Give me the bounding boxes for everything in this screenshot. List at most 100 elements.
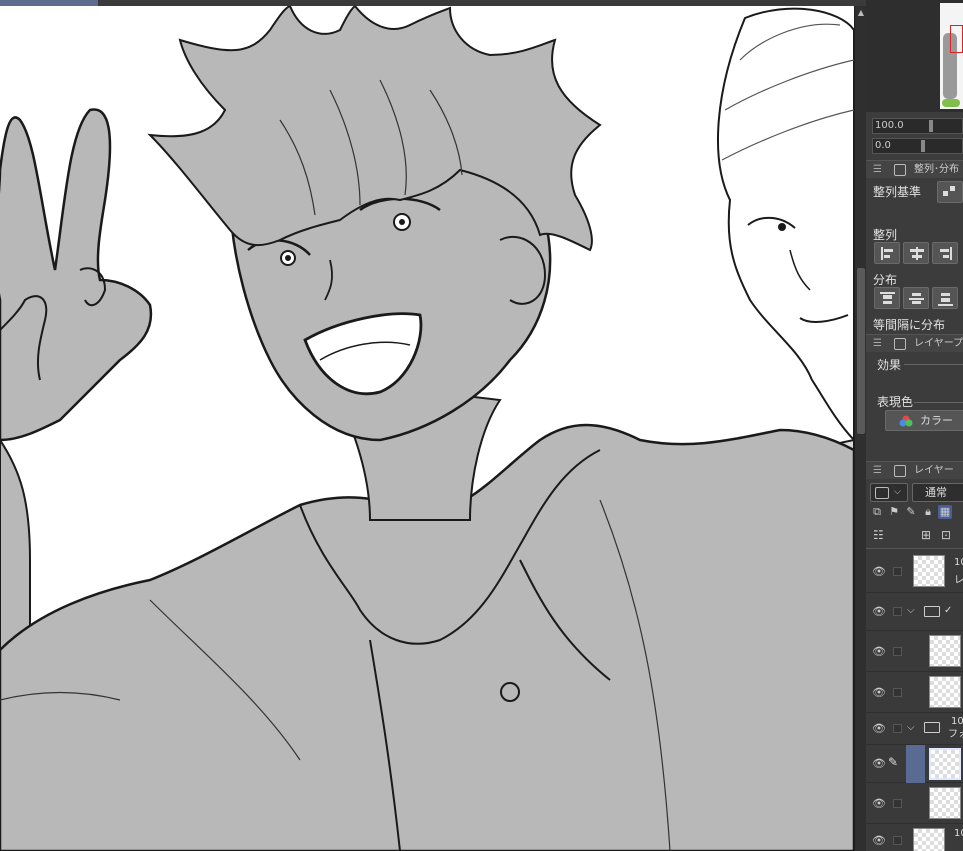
equal-spacing-label: 等間隔に分布 — [873, 318, 946, 332]
visibility-eye-icon[interactable]: 👁︎ — [872, 722, 886, 735]
layer-row[interactable]: 👁︎ — [866, 631, 963, 672]
visibility-eye-icon[interactable]: 👁︎ — [872, 834, 886, 847]
layer-name-top: 10 — [954, 557, 963, 568]
layer-lock-toggle[interactable] — [893, 836, 902, 845]
zoom-slider-handle[interactable] — [929, 120, 933, 132]
rotation-slider-value: 0.0 — [875, 140, 891, 151]
expression-color-button[interactable]: カラー — [885, 410, 963, 431]
distribute-buttons — [874, 287, 958, 309]
layer-thumbnail — [929, 748, 961, 780]
layer-folder-row[interactable]: 👁︎ ⌵ 10 フォ — [866, 713, 963, 745]
layer-color-select[interactable]: ⌵ — [870, 483, 908, 502]
layer-list: 👁︎ 10 レ 👁︎ ⌵ ✓ 👁︎ 👁︎ — [866, 548, 963, 851]
align-right-button[interactable] — [932, 242, 958, 264]
layer-row[interactable]: 👁︎ 10 — [866, 824, 963, 851]
app-window: ▲ 100.0 0.0 ☰ 整列･分布 整列基準 整列 分布 等間隔に分布 ☰ … — [0, 0, 963, 851]
scrollbar-thumb[interactable] — [857, 268, 865, 434]
layer-tool-row-2: ☷ ⊞ ⊡ — [870, 528, 963, 546]
align-panel-icon — [894, 164, 906, 176]
zoom-slider[interactable]: 100.0 — [872, 118, 963, 134]
draft-icon[interactable]: ✎ — [904, 505, 918, 519]
layer-thumbnail — [929, 787, 961, 819]
edit-pen-icon: ✎ — [888, 755, 899, 769]
menu-icon[interactable]: ☰ — [873, 462, 882, 479]
align-buttons — [874, 242, 958, 264]
effect-divider — [904, 364, 963, 365]
new-raster-icon[interactable]: ⊡ — [941, 528, 951, 542]
layer-blend-controls: ⌵ 通常 — [870, 483, 963, 503]
visibility-eye-icon[interactable]: 👁︎ — [872, 686, 886, 699]
layer-thumbnail — [929, 635, 961, 667]
blend-mode-select[interactable]: 通常 — [912, 483, 963, 502]
expression-color-label: 表現色 — [877, 395, 914, 409]
layer-color-swatch — [875, 487, 889, 499]
navigator-panel — [866, 0, 963, 112]
layer-lock-toggle[interactable] — [893, 607, 902, 616]
rotation-slider-handle[interactable] — [921, 140, 925, 152]
layer-name-bottom: レ — [954, 575, 963, 586]
color-circles-icon — [899, 415, 913, 427]
reference-icon[interactable]: ⚑ — [887, 505, 901, 519]
zoom-slider-value: 100.0 — [875, 120, 904, 131]
layer-lock-toggle[interactable] — [893, 724, 902, 733]
visibility-eye-icon[interactable]: 👁︎ — [872, 605, 886, 618]
layer-row[interactable]: 👁︎ 10 レ — [866, 549, 963, 593]
layer-row[interactable]: 👁︎ — [866, 672, 963, 713]
align-left-button[interactable] — [874, 242, 900, 264]
clip-icon[interactable]: ⧉ — [870, 505, 884, 519]
visibility-eye-icon[interactable]: 👁︎ — [872, 565, 886, 578]
layer-list-icon[interactable]: ☷ — [873, 528, 884, 542]
layer-name-top: 10 — [954, 828, 963, 839]
canvas-vertical-scrollbar[interactable]: ▲ — [854, 6, 866, 851]
layer-panel-title[interactable]: レイヤー — [914, 462, 954, 479]
layer-lock-toggle[interactable] — [893, 567, 902, 576]
align-distribute-title: 整列･分布 — [914, 164, 959, 175]
align-center-button[interactable] — [903, 242, 929, 264]
align-distribute-header[interactable]: ☰ 整列･分布 — [866, 160, 963, 178]
folder-expand-chevron-icon[interactable]: ⌵ — [907, 722, 915, 733]
align-label: 整列 — [873, 228, 898, 242]
preview-ground — [942, 99, 960, 107]
new-layer-icon[interactable]: ⊞ — [921, 528, 931, 542]
layer-property-title: レイヤープロパ — [914, 338, 963, 349]
distribute-bottom-button[interactable] — [932, 287, 958, 309]
layer-row[interactable]: 👁︎ — [866, 783, 963, 824]
color-button-label: カラー — [920, 414, 953, 427]
viewport-indicator[interactable] — [950, 25, 963, 53]
navigator-preview[interactable] — [940, 3, 963, 109]
layer-row-selected[interactable]: 👁︎ ✎ — [866, 745, 963, 783]
align-basis-label: 整列基準 — [873, 185, 922, 199]
folder-check-icon[interactable]: ✓ — [944, 605, 952, 617]
folder-expand-chevron-icon[interactable]: ⌵ — [907, 605, 915, 616]
folder-icon — [924, 722, 940, 733]
layer-thumbnail — [913, 555, 945, 587]
layer-lock-toggle[interactable] — [893, 688, 902, 697]
scroll-up-arrow-icon[interactable]: ▲ — [856, 8, 866, 18]
layer-folder-row[interactable]: 👁︎ ⌵ ✓ — [866, 593, 963, 631]
layer-thumbnail — [913, 828, 945, 851]
right-side-panel: 100.0 0.0 ☰ 整列･分布 整列基準 整列 分布 等間隔に分布 ☰ レイ… — [866, 0, 963, 851]
layer-property-icon — [894, 338, 906, 350]
layer-name-top: 10 — [951, 716, 963, 727]
visibility-eye-icon[interactable]: 👁︎ — [872, 797, 886, 810]
layer-property-header[interactable]: ☰ レイヤープロパ — [866, 334, 963, 352]
effect-label: 効果 — [877, 358, 902, 372]
layer-lock-toggle[interactable] — [893, 647, 902, 656]
distribute-middle-button[interactable] — [903, 287, 929, 309]
visibility-eye-icon[interactable]: 👁︎ — [872, 645, 886, 658]
menu-icon[interactable]: ☰ — [873, 335, 882, 352]
lock-icon[interactable]: 🔒︎ — [921, 505, 935, 519]
layer-panel-header[interactable]: ☰ レイヤー — [866, 461, 963, 479]
folder-icon — [924, 606, 940, 617]
align-basis-button[interactable] — [937, 181, 963, 203]
lock-transparency-icon[interactable]: ▦ — [938, 505, 952, 519]
layer-lock-toggle[interactable] — [893, 799, 902, 808]
distribute-label: 分布 — [873, 273, 898, 287]
layer-panel-icon — [894, 465, 906, 477]
distribute-top-button[interactable] — [874, 287, 900, 309]
drawing-canvas[interactable] — [0, 6, 854, 851]
visibility-eye-icon[interactable]: 👁︎ — [872, 757, 886, 770]
rotation-slider[interactable]: 0.0 — [872, 138, 963, 154]
expression-color-divider — [914, 402, 963, 403]
menu-icon[interactable]: ☰ — [873, 161, 882, 178]
